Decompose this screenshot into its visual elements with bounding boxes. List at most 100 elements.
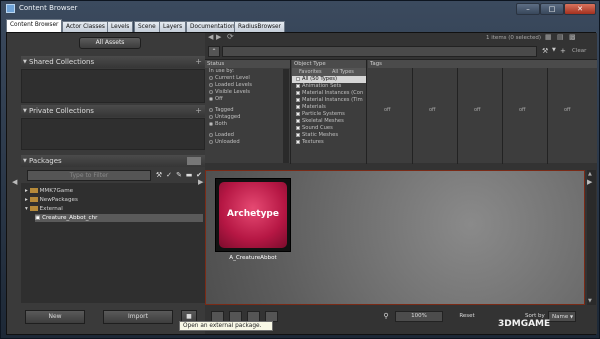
status-column: Status In use by: Current Level Loaded L… <box>205 60 291 164</box>
edit-icon[interactable]: ✎ <box>175 171 183 180</box>
option-label: Loaded <box>215 132 234 138</box>
tab-documentation[interactable]: Documentation <box>186 21 239 32</box>
package-icon: ▣ <box>35 215 41 221</box>
zoom-icon[interactable]: ⚲ <box>379 311 393 322</box>
close-button[interactable]: ✕ <box>564 3 596 15</box>
status-option[interactable]: Loaded Levels <box>205 82 290 89</box>
add-icon[interactable]: + <box>195 105 202 117</box>
scroll-down-icon[interactable]: ▼ <box>588 298 592 304</box>
search-input[interactable] <box>222 46 537 57</box>
all-types-tab[interactable]: All Types <box>332 69 354 75</box>
section-title: Shared Collections <box>29 58 95 66</box>
tree-item-selected[interactable]: ▣ Creature_Abbot_chr <box>35 214 203 222</box>
forward-icon[interactable]: ▶ <box>216 33 221 41</box>
refresh-icon[interactable]: ⟳ <box>227 32 234 41</box>
expand-icon[interactable]: ▸ <box>25 197 28 203</box>
content-browser-window: Content Browser – □ ✕ Content Browser Ac… <box>0 0 600 339</box>
type-option[interactable]: Particle Systems <box>292 111 366 118</box>
status-scrollbar[interactable] <box>283 69 289 163</box>
zoom-field[interactable]: 100% <box>395 311 443 322</box>
folder-icon <box>29 206 38 211</box>
folder-open-icon: ■ <box>186 313 192 320</box>
tree-item[interactable]: ▸ NewPackages <box>25 196 78 204</box>
off-label: off <box>564 107 571 113</box>
grid-view-icon[interactable]: ▦ <box>545 33 552 41</box>
collapse-filters-icon[interactable]: ⌃ <box>208 46 220 57</box>
shared-collections-header[interactable]: ▼ Shared Collections + <box>21 56 205 68</box>
checkbox-icon <box>296 132 300 137</box>
clear-button[interactable]: Clear <box>572 48 586 54</box>
option-label: Static Meshes <box>302 132 339 138</box>
type-option[interactable]: Sound Cues <box>292 125 366 132</box>
type-option[interactable]: Skeletal Meshes <box>292 118 366 125</box>
dropdown-icon[interactable]: ▼ <box>552 47 556 53</box>
view-toggle-icon[interactable] <box>187 157 201 165</box>
minimize-button[interactable]: – <box>516 3 540 15</box>
option-label: Particle Systems <box>302 111 345 117</box>
expand-icon[interactable]: ▾ <box>25 206 28 212</box>
tab-scene[interactable]: Scene <box>134 21 160 32</box>
maximize-button[interactable]: □ <box>540 3 564 15</box>
checkbox-icon <box>296 104 300 109</box>
asset-view-scrollbar[interactable]: ▲ ▼ <box>587 170 596 305</box>
watermark-logo: 3DMGAME <box>498 319 551 329</box>
type-option[interactable]: Textures <box>292 139 366 146</box>
search-options-icon[interactable]: ⚒ <box>542 47 548 55</box>
radio-icon <box>209 114 213 119</box>
back-icon[interactable]: ◀ <box>208 33 213 41</box>
reset-button[interactable]: Reset <box>456 311 478 322</box>
option-label: Loaded Levels <box>215 82 252 88</box>
tag-option[interactable]: Both <box>205 121 290 128</box>
option-label: Material Instances (Con <box>302 90 364 96</box>
add-icon[interactable]: + <box>560 47 566 55</box>
tab-radius-browser[interactable]: RadiusBrowser <box>234 21 285 32</box>
right-panel: ◀ ▶ ⟳ 1 items (0 selected) ▦ ▤ ▩ ⌃ ⚒ ▼ +… <box>205 32 597 334</box>
load-option[interactable]: Loaded <box>205 132 290 139</box>
load-option[interactable]: Unloaded <box>205 139 290 146</box>
sort-select[interactable]: Name ▼ <box>548 311 576 322</box>
type-option[interactable]: Material Instances (Tim <box>292 97 366 104</box>
type-option[interactable]: Materials <box>292 104 366 111</box>
type-option-all[interactable]: All (50 Types) <box>292 76 366 83</box>
tree-item[interactable]: ▾ External <box>25 205 63 213</box>
type-option[interactable]: Static Meshes <box>292 132 366 139</box>
status-option[interactable]: Visible Levels <box>205 89 290 96</box>
section-title: Private Collections <box>29 107 94 115</box>
right-arrow-icon[interactable]: ▶ <box>198 178 203 186</box>
eraser-icon[interactable]: ▬ <box>185 171 193 180</box>
status-option[interactable]: Off <box>205 96 290 103</box>
option-label: Sound Cues <box>302 125 333 131</box>
asset-view[interactable]: Archetype A_CreatureAbbot <box>205 170 585 305</box>
all-assets-button[interactable]: All Assets <box>79 37 141 49</box>
type-option[interactable]: Animation Sets <box>292 83 366 90</box>
tab-content-browser[interactable]: Content Browser <box>6 19 63 32</box>
asset-thumbnail[interactable]: Archetype <box>215 178 291 252</box>
radio-icon <box>209 75 213 80</box>
scroll-up-icon[interactable]: ▲ <box>588 171 592 177</box>
packages-header[interactable]: ▼ Packages <box>21 155 205 167</box>
expand-icon[interactable]: ▸ <box>25 188 28 194</box>
wrench-icon[interactable]: ⚒ <box>155 171 163 180</box>
archetype-tile: Archetype <box>219 182 287 248</box>
nav-row: ◀ ▶ ⟳ 1 items (0 selected) ▦ ▤ ▩ <box>205 32 597 43</box>
check-small-icon[interactable]: ✓ <box>165 171 173 180</box>
trash-icon[interactable]: ▩ <box>569 33 576 41</box>
left-arrow-icon[interactable]: ◀ <box>12 178 17 186</box>
tab-levels[interactable]: Levels <box>107 21 134 32</box>
tag-option[interactable]: Untagged <box>205 114 290 121</box>
checkbox-icon <box>296 90 300 95</box>
add-icon[interactable]: + <box>195 56 202 68</box>
status-option[interactable]: Current Level <box>205 75 290 82</box>
tab-layers[interactable]: Layers <box>159 21 187 32</box>
package-filter-input[interactable]: Type to Filter <box>27 170 151 181</box>
import-button[interactable]: Import <box>103 310 173 324</box>
tab-actor-classes[interactable]: Actor Classes <box>62 21 109 32</box>
tree-item[interactable]: ▸ MMK7Game <box>25 187 73 195</box>
private-collections-header[interactable]: ▼ Private Collections + <box>21 105 205 117</box>
right-edge-arrow-icon[interactable]: ▶ <box>587 178 592 186</box>
type-option[interactable]: Material Instances (Con <box>292 90 366 97</box>
new-button[interactable]: New <box>25 310 85 324</box>
tag-option[interactable]: Tagged <box>205 107 290 114</box>
favorites-tab[interactable]: Favorites <box>299 69 322 75</box>
list-view-icon[interactable]: ▤ <box>557 33 564 41</box>
